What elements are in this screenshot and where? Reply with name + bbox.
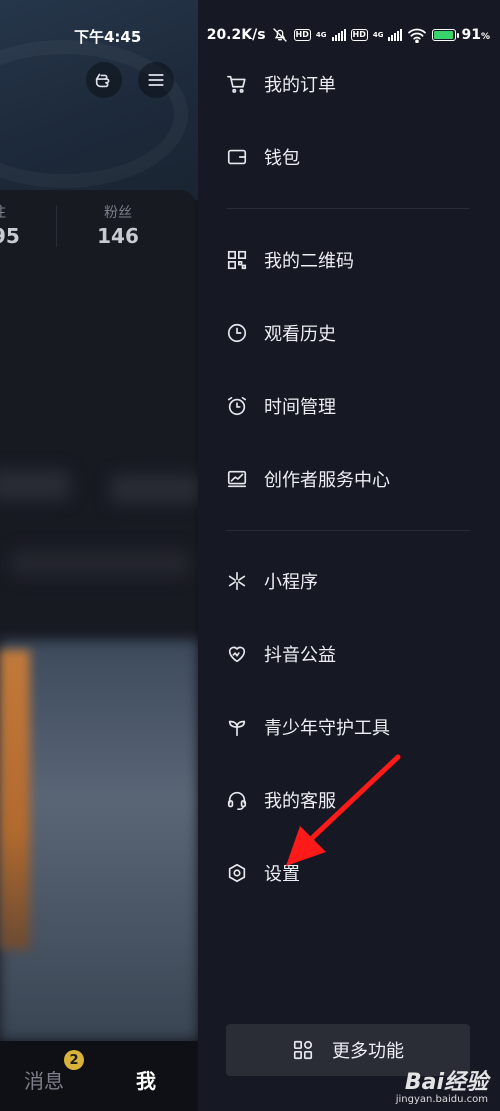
menu-item-label: 我的订单 bbox=[264, 75, 336, 96]
battery-level: 91% bbox=[461, 27, 490, 43]
menu-item-label: 设置 bbox=[264, 864, 300, 885]
mute-icon bbox=[272, 28, 287, 42]
menu-item-charity[interactable]: 抖音公益 bbox=[198, 625, 500, 683]
tab-messages[interactable]: 消息 bbox=[24, 1065, 64, 1094]
stat-divider bbox=[56, 205, 57, 247]
blurred-video-thumb bbox=[0, 650, 30, 950]
blurred-content bbox=[10, 550, 190, 576]
hd-badge: HD bbox=[350, 29, 368, 41]
blurred-content bbox=[0, 470, 70, 500]
menu-item-customer-service[interactable]: 我的客服 bbox=[198, 771, 500, 829]
menu-item-mini-programs[interactable]: 小程序 bbox=[198, 552, 500, 610]
menu-item-label: 钱包 bbox=[264, 148, 300, 169]
messages-badge: 2 bbox=[64, 1050, 84, 1070]
clock-icon bbox=[227, 323, 247, 343]
status-time: 下午4:45 bbox=[74, 28, 142, 46]
stat-label: 粉丝 bbox=[104, 205, 132, 221]
side-drawer: 我的订单 钱包 我的二维码 观看历史 时间管理 创作者服务中心 小程序 抖音公益… bbox=[198, 0, 500, 1111]
network-type: 4G bbox=[372, 30, 384, 39]
menu-item-label: 小程序 bbox=[264, 572, 318, 593]
battery-icon bbox=[432, 29, 460, 41]
qrcode-icon bbox=[227, 250, 247, 270]
menu-item-label: 观看历史 bbox=[264, 324, 336, 345]
bottom-tab-bar: 消息 我 bbox=[0, 1041, 198, 1111]
asterisk-icon bbox=[228, 571, 246, 591]
status-bar: 下午4:45 20.2K/s HD 4G HD 4G 91% bbox=[0, 0, 500, 70]
menu-item-label: 创作者服务中心 bbox=[264, 470, 390, 491]
sprout-icon bbox=[228, 720, 246, 737]
stat-value: 95 bbox=[0, 224, 20, 248]
section-divider bbox=[226, 530, 470, 531]
signal-icon bbox=[388, 29, 403, 41]
watermark-url: jingyan.baidu.com bbox=[395, 1094, 488, 1105]
settings-icon bbox=[228, 863, 246, 883]
followers-stat[interactable]: 粉丝 146 bbox=[88, 202, 148, 248]
cart-icon bbox=[227, 75, 246, 93]
network-type: 4G bbox=[315, 30, 327, 39]
profile-page-background: 注 95 粉丝 146 消息 我 2 bbox=[0, 0, 198, 1111]
wallet-icon bbox=[227, 149, 247, 165]
menu-item-label: 时间管理 bbox=[264, 397, 336, 418]
menu-item-settings[interactable]: 设置 bbox=[198, 844, 500, 902]
hand-pointer-icon bbox=[95, 73, 110, 88]
more-features-label: 更多功能 bbox=[332, 1041, 404, 1062]
status-icons: 20.2K/s HD 4G HD 4G 91% bbox=[207, 24, 490, 46]
menu-item-watch-history[interactable]: 观看历史 bbox=[198, 304, 500, 362]
menu-item-label: 青少年守护工具 bbox=[264, 718, 390, 739]
menu-item-time-management[interactable]: 时间管理 bbox=[198, 377, 500, 435]
grid-icon bbox=[293, 1040, 313, 1060]
menu-item-my-qrcode[interactable]: 我的二维码 bbox=[198, 231, 500, 289]
heart-icon bbox=[228, 646, 246, 663]
wifi-icon bbox=[408, 28, 427, 43]
following-stat[interactable]: 注 95 bbox=[0, 202, 22, 248]
headset-icon bbox=[227, 791, 247, 810]
section-divider bbox=[226, 208, 470, 209]
watermark-brand: Bai经验 bbox=[404, 1070, 488, 1095]
net-speed: 20.2K/s bbox=[206, 27, 266, 43]
chart-icon bbox=[227, 470, 247, 488]
menu-item-label: 我的客服 bbox=[264, 791, 336, 812]
alarm-icon bbox=[227, 396, 247, 416]
tab-me[interactable]: 我 bbox=[136, 1065, 156, 1094]
hd-badge: HD bbox=[293, 29, 311, 41]
menu-item-label: 抖音公益 bbox=[264, 645, 336, 666]
blurred-content bbox=[110, 475, 198, 503]
stat-label: 注 bbox=[0, 202, 22, 222]
menu-item-creator-center[interactable]: 创作者服务中心 bbox=[198, 450, 500, 508]
menu-item-wallet[interactable]: 钱包 bbox=[198, 128, 500, 186]
menu-item-youth-protection[interactable]: 青少年守护工具 bbox=[198, 698, 500, 756]
menu-item-label: 我的二维码 bbox=[264, 251, 354, 272]
baidu-jingyan-watermark: Bai经验 jingyan.baidu.com bbox=[396, 1064, 488, 1105]
stat-value: 146 bbox=[97, 224, 139, 248]
hamburger-icon bbox=[148, 74, 164, 86]
signal-icon bbox=[331, 29, 346, 41]
